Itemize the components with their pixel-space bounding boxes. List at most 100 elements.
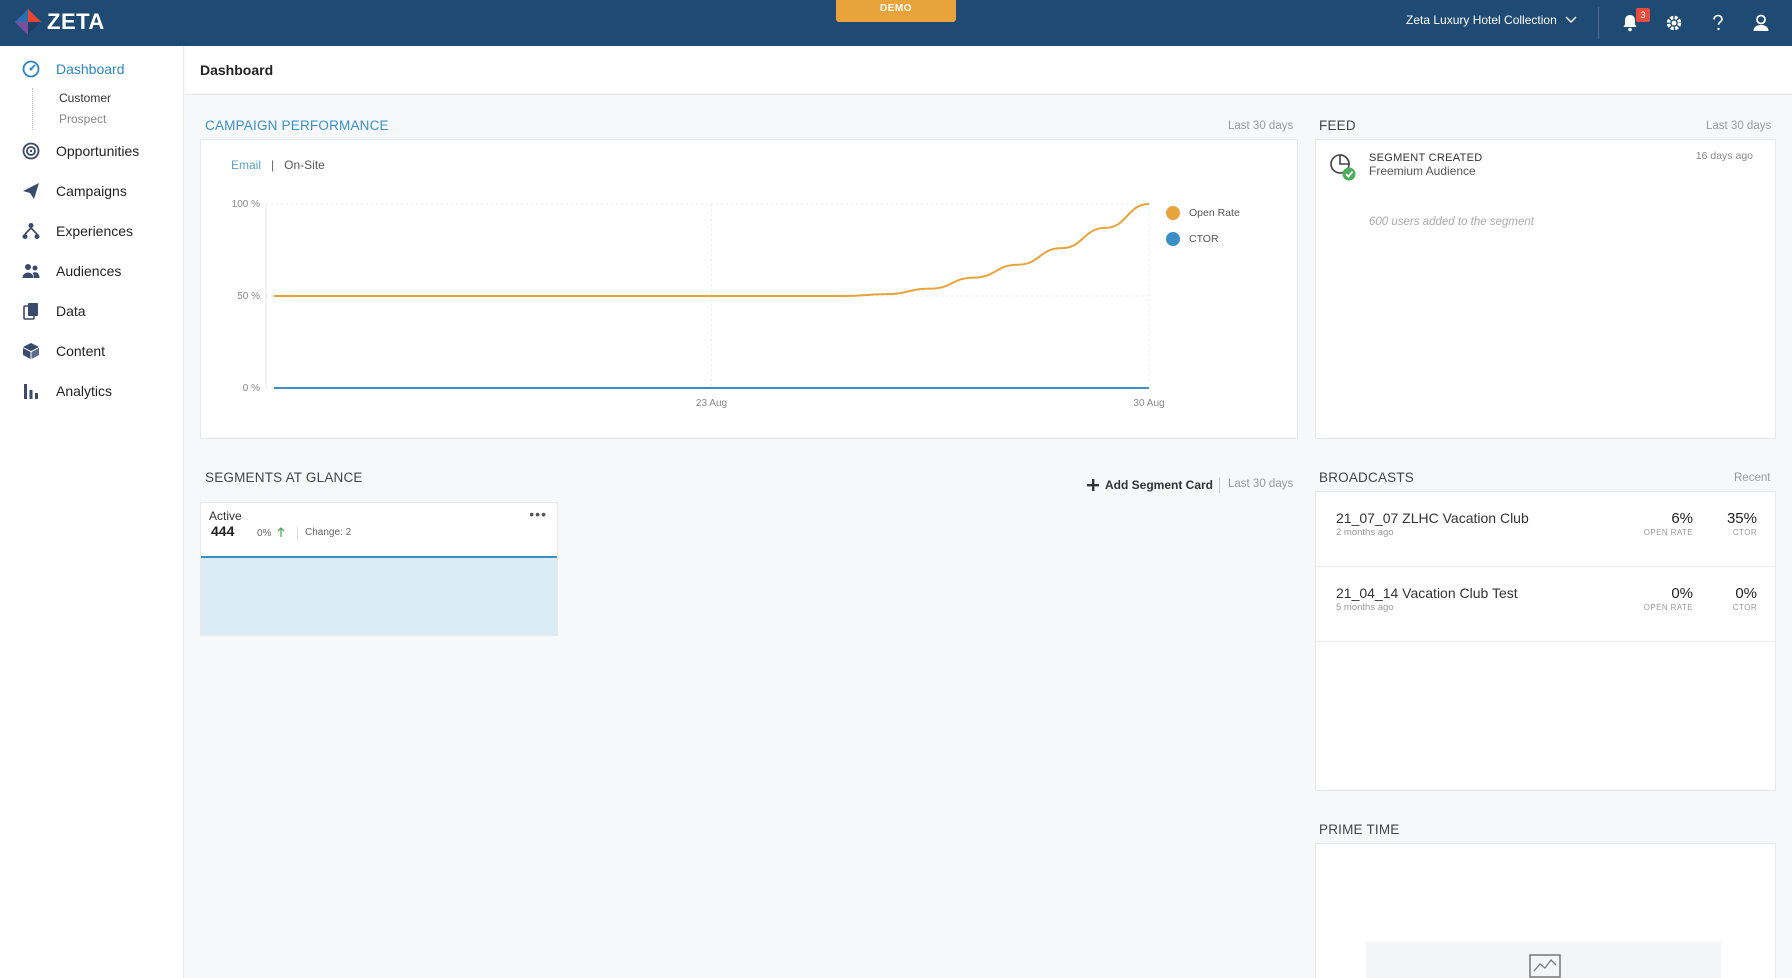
page-title: Dashboard (200, 62, 274, 78)
sidebar-item-label: Opportunities (56, 143, 140, 159)
sidebar-item-audiences[interactable]: Audiences (22, 262, 121, 280)
notification-count-badge: 3 (1636, 8, 1650, 22)
sidebar-item-dashboard[interactable]: Dashboard (22, 60, 125, 78)
segment-card-change: Change: 2 (305, 527, 352, 538)
broadcasts-title: BROADCASTS (1319, 470, 1415, 485)
top-bar: ZETA DEMO Zeta Luxury Hotel Collection 3 (0, 0, 1792, 46)
org-name: Zeta Luxury Hotel Collection (1406, 13, 1557, 27)
campaign-performance-range: Last 30 days (1228, 120, 1294, 132)
open-rate-value: 0% (1671, 585, 1693, 602)
broadcast-open-rate: 6% OPEN RATE (1644, 510, 1693, 537)
segment-card-menu-button[interactable]: ••• (529, 506, 547, 522)
legend-dot (1166, 206, 1180, 220)
campaign-performance-chart: 100 % 50 % 0 % 23 Aug 30 Aug (232, 199, 1165, 409)
ctor-value: 35% (1726, 510, 1757, 527)
broadcasts-range: Recent (1734, 472, 1771, 484)
segment-card-percent: 0% (257, 527, 285, 539)
plus-icon (1087, 479, 1099, 491)
y-tick-label: 50 % (237, 291, 260, 302)
broadcast-name: 21_04_14 Vacation Club Test (1336, 585, 1518, 601)
arrow-up-icon (277, 527, 285, 537)
feed-card: SEGMENT CREATED Freemium Audience 16 day… (1315, 139, 1776, 439)
segments-range: Last 30 days (1228, 478, 1294, 490)
segment-card-label: Active (209, 509, 242, 523)
broadcast-age: 5 months ago (1336, 602, 1394, 613)
segment-card-sparkline (201, 556, 557, 635)
legend-item-open-rate[interactable]: Open Rate (1166, 200, 1240, 226)
prime-time-title: PRIME TIME (1319, 822, 1400, 837)
open-rate-label: OPEN RATE (1643, 528, 1693, 537)
feed-entry-time: 16 days ago (1695, 150, 1753, 162)
ctor-label: CTOR (1732, 603, 1757, 612)
sidebar-item-label: Content (56, 343, 106, 359)
users-icon (22, 262, 40, 280)
zeta-logo-icon (15, 9, 41, 35)
zeta-logo[interactable]: ZETA (13, 7, 105, 37)
chart-legend: Open Rate CTOR (1166, 200, 1240, 252)
question-mark-icon (1713, 14, 1723, 31)
sidebar-item-label: Dashboard (56, 61, 125, 77)
sidebar-item-campaigns[interactable]: Campaigns (22, 182, 127, 200)
prime-time-card (1315, 843, 1776, 978)
notifications-button[interactable]: 3 (1618, 8, 1650, 35)
feed-title: FEED (1319, 118, 1356, 133)
segment-card-divider (297, 527, 298, 540)
user-icon (1753, 14, 1769, 31)
sidebar-item-analytics[interactable]: Analytics (22, 382, 112, 400)
legend-item-ctor[interactable]: CTOR (1166, 226, 1240, 252)
legend-label: Open Rate (1189, 207, 1240, 219)
broadcast-open-rate: 0% OPEN RATE (1644, 585, 1693, 612)
sidebar-subitem-prospect[interactable]: Prospect (59, 109, 111, 130)
broadcast-name: 21_07_07 ZLHC Vacation Club (1336, 510, 1529, 526)
feed-entry-note: 600 users added to the segment (1369, 216, 1534, 228)
broadcasts-card: 21_07_07 ZLHC Vacation Club 2 months ago… (1315, 491, 1776, 791)
database-icon (22, 302, 40, 320)
segment-card-count: 444 (211, 523, 235, 539)
sidebar-item-label: Data (56, 303, 86, 319)
box-icon (22, 342, 40, 360)
broadcast-row[interactable]: 21_04_14 Vacation Club Test 5 months ago… (1316, 567, 1776, 642)
segment-card-percent-value: 0% (257, 528, 272, 539)
broadcast-ctor: 35% CTOR (1727, 510, 1757, 537)
legend-label: CTOR (1189, 233, 1219, 245)
settings-button[interactable] (1662, 11, 1686, 35)
sidebar-subitem-customer[interactable]: Customer (59, 88, 111, 109)
campaign-performance-title: CAMPAIGN PERFORMANCE (205, 118, 389, 133)
topbar-divider (1598, 7, 1599, 39)
campaign-performance-card: Email | On-Site 100 % 50 % 0 % 23 Aug 30 Aug… (200, 139, 1298, 439)
sidebar-item-label: Campaigns (56, 183, 127, 199)
broadcast-row[interactable]: 21_07_07 ZLHC Vacation Club 2 months ago… (1316, 492, 1776, 567)
sidebar: Dashboard Customer Prospect Opportunitie… (0, 46, 184, 978)
sidebar-item-data[interactable]: Data (22, 302, 86, 320)
open-rate-label: OPEN RATE (1643, 603, 1693, 612)
ctor-value: 0% (1735, 585, 1757, 602)
sidebar-item-label: Audiences (56, 263, 122, 279)
help-button[interactable] (1706, 11, 1730, 35)
open-rate-value: 6% (1671, 510, 1693, 527)
user-profile-button[interactable] (1749, 11, 1773, 35)
segment-created-icon (1330, 154, 1356, 181)
dashboard-sub-nav: Customer Prospect (32, 88, 111, 130)
target-icon (22, 142, 40, 160)
y-tick-label: 100 % (232, 199, 260, 210)
paper-plane-icon (22, 182, 40, 200)
org-selector[interactable]: Zeta Luxury Hotel Collection (1406, 13, 1577, 27)
chevron-down-icon (1565, 16, 1577, 23)
broadcast-age: 2 months ago (1336, 527, 1394, 538)
chart-placeholder-icon (1529, 954, 1561, 978)
sidebar-item-label: Analytics (56, 383, 113, 399)
segment-card-active[interactable]: Active 444 0% Change: 2 ••• (200, 502, 558, 636)
add-segment-card-button[interactable]: Add Segment Card (1087, 478, 1213, 492)
bar-chart-icon (22, 382, 40, 400)
feed-entry-subtitle[interactable]: Freemium Audience (1369, 164, 1476, 178)
x-tick-label: 23 Aug (696, 398, 727, 409)
sidebar-item-content[interactable]: Content (22, 342, 105, 360)
x-tick-label: 30 Aug (1133, 398, 1164, 409)
broadcast-ctor: 0% CTOR (1733, 585, 1757, 612)
legend-dot (1166, 232, 1180, 246)
sidebar-item-opportunities[interactable]: Opportunities (22, 142, 139, 160)
feed-range: Last 30 days (1706, 120, 1772, 132)
sidebar-item-label: Experiences (56, 223, 134, 239)
sidebar-item-experiences[interactable]: Experiences (22, 222, 133, 240)
page-header: Dashboard (185, 46, 1792, 95)
